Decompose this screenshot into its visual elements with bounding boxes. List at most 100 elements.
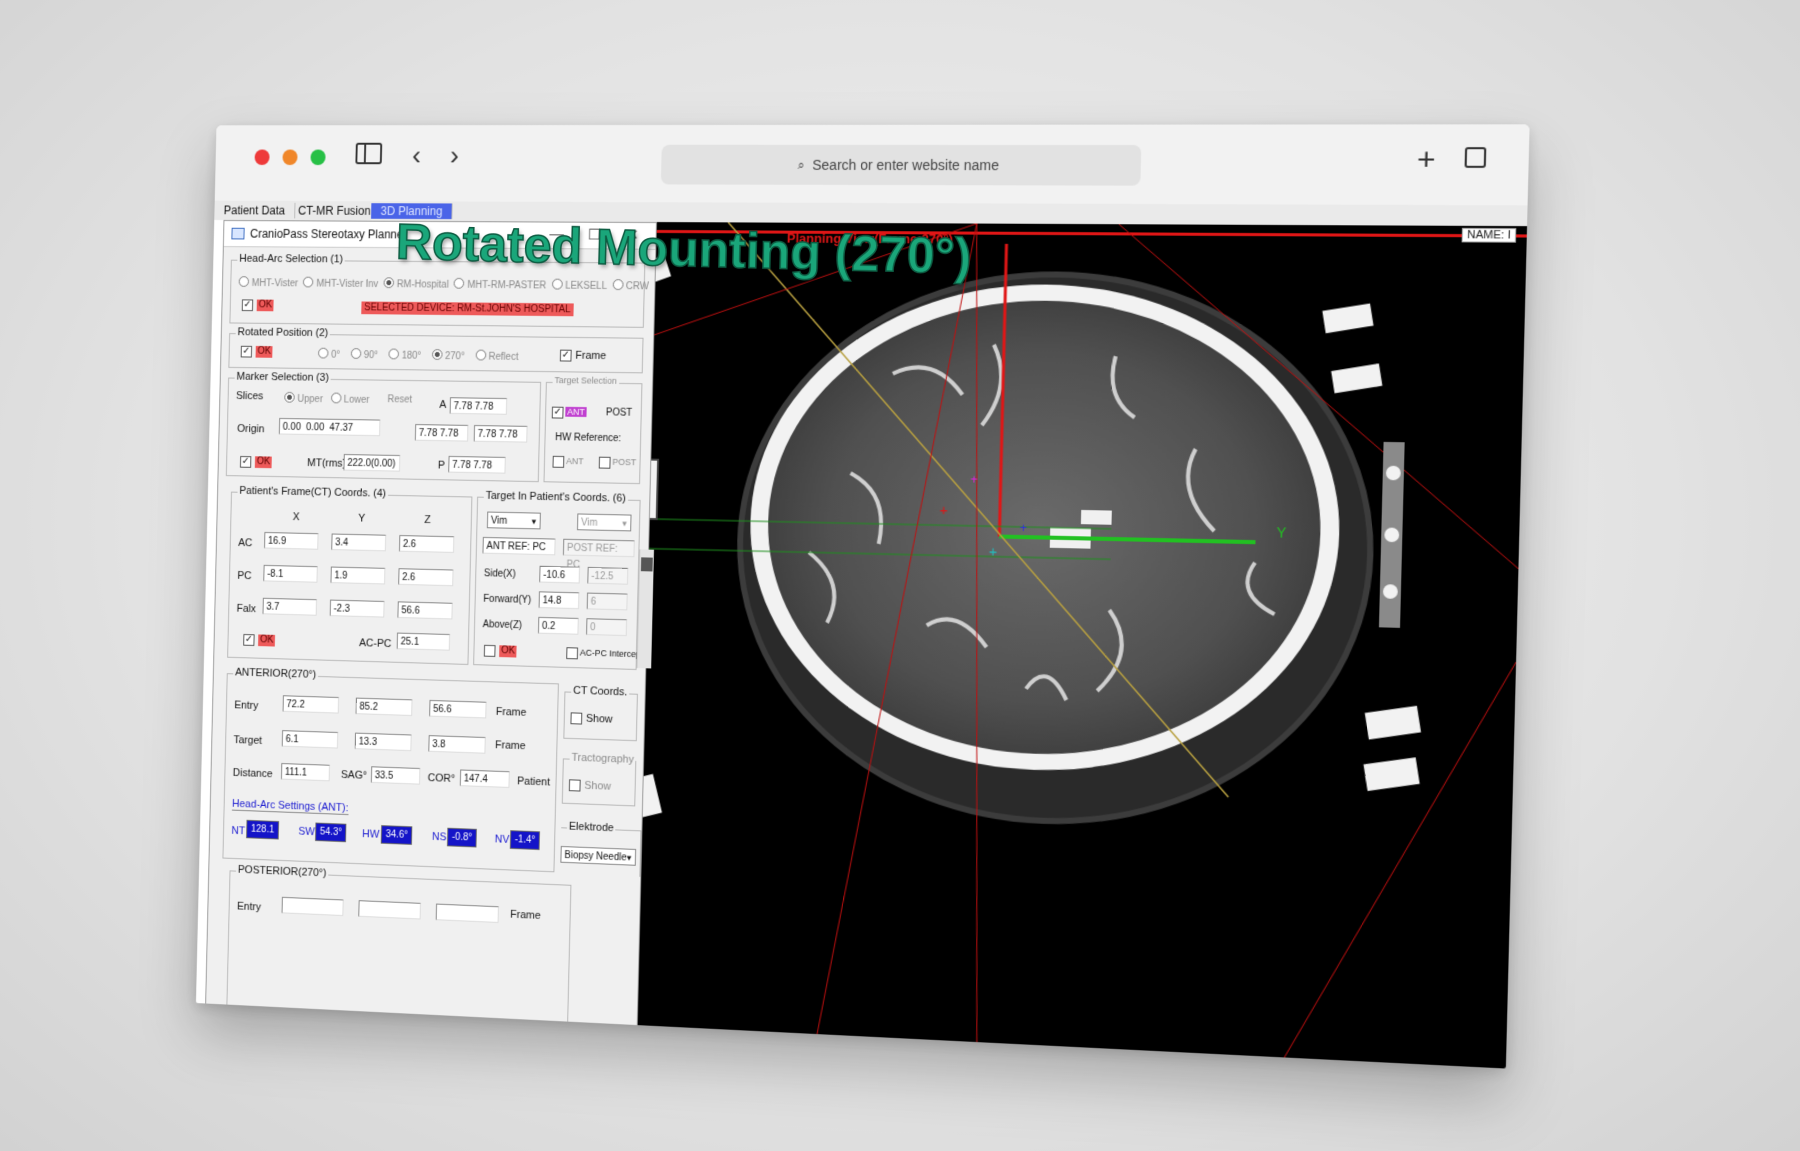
entry-z-field[interactable]: 56.6 bbox=[429, 700, 486, 718]
option-leksell[interactable]: LEKSELL bbox=[552, 281, 608, 292]
sag-label: SAG° bbox=[341, 769, 367, 782]
pc-y-field[interactable]: 1.9 bbox=[330, 567, 385, 585]
stereotaxy-planner-window: CranioPass Stereotaxy Planner — ☐ ✕ Head… bbox=[205, 220, 657, 1027]
option-270-deg[interactable]: 270° bbox=[432, 351, 465, 362]
ant-ref-field[interactable]: ANT REF: PC bbox=[482, 537, 555, 555]
falx-z-field[interactable]: 56.6 bbox=[397, 601, 452, 619]
target-select-2[interactable]: Vim ▼ bbox=[577, 513, 632, 531]
sw-value[interactable]: 54.3° bbox=[315, 823, 347, 843]
target-y-field[interactable]: 13.3 bbox=[355, 733, 412, 752]
new-tab-icon[interactable]: + bbox=[1417, 145, 1436, 176]
ct-scan-image: + + + + Y bbox=[621, 222, 1527, 1069]
elektrode-select[interactable]: Biopsy Needle ▼ bbox=[560, 846, 636, 866]
forward-y-post-field[interactable]: 6 bbox=[587, 593, 628, 611]
forward-icon[interactable]: › bbox=[450, 141, 460, 170]
nv-value[interactable]: -1.4° bbox=[510, 830, 540, 850]
forward-y-field[interactable]: 14.8 bbox=[539, 591, 580, 609]
a-field[interactable]: 7.78 7.78 bbox=[450, 397, 508, 415]
target-x-field[interactable]: 6.1 bbox=[282, 730, 338, 748]
p-label: P bbox=[438, 460, 445, 472]
target-z-field[interactable]: 3.8 bbox=[428, 735, 485, 754]
ct-planning-view[interactable]: Planning View(Frame:270°) + + + + Y bbox=[621, 222, 1527, 1069]
hw-value[interactable]: 34.6° bbox=[381, 825, 413, 845]
mt-rms-field[interactable]: 222.0(0.00) bbox=[343, 454, 400, 472]
entry-frame-label: Frame bbox=[496, 706, 527, 719]
tractography-show-label: Show bbox=[584, 780, 611, 793]
option-lower[interactable]: Lower bbox=[331, 394, 370, 405]
posterior-entry-y-field[interactable] bbox=[358, 900, 421, 919]
falx-y-field[interactable]: -2.3 bbox=[330, 600, 385, 618]
target-select-1[interactable]: Vim ▼ bbox=[487, 512, 541, 530]
option-mht-vister[interactable]: MHT-Vister bbox=[239, 278, 299, 289]
ns-value[interactable]: -0.8° bbox=[447, 828, 477, 848]
pc-x-field[interactable]: -8.1 bbox=[263, 565, 317, 583]
option-mht-rm-paster[interactable]: MHT-RM-PASTER bbox=[454, 280, 547, 292]
ant-checkbox[interactable]: ✓ bbox=[552, 407, 564, 419]
marker-field-2b[interactable]: 7.78 7.78 bbox=[474, 425, 528, 443]
nt-value[interactable]: 128.1 bbox=[246, 820, 279, 840]
address-bar[interactable]: ⌕ Search or enter website name bbox=[661, 145, 1142, 186]
hw-ant-checkbox[interactable] bbox=[553, 456, 565, 468]
side-x-post-field[interactable]: -12.5 bbox=[587, 567, 628, 585]
close-window-dot[interactable] bbox=[254, 150, 269, 166]
p-field[interactable]: 7.78 7.78 bbox=[448, 456, 506, 474]
row-falx-label: Falx bbox=[237, 603, 257, 615]
back-icon[interactable]: ‹ bbox=[412, 141, 422, 170]
entry-x-field[interactable]: 72.2 bbox=[283, 695, 339, 713]
tab-overview-icon[interactable] bbox=[1465, 147, 1487, 168]
origin-field[interactable]: 0.00 0.00 47.37 bbox=[279, 418, 381, 436]
ac-x-field[interactable]: 16.9 bbox=[264, 532, 318, 550]
frame-coords-ok-checkbox[interactable]: ✓ bbox=[243, 634, 254, 646]
posterior-group: POSTERIOR(270°) Entry Frame bbox=[226, 870, 571, 1024]
option-90-deg[interactable]: 90° bbox=[350, 350, 378, 361]
patient-label: Patient bbox=[517, 775, 550, 788]
option-upper[interactable]: Upper bbox=[284, 394, 323, 405]
sag-field[interactable]: 33.5 bbox=[371, 766, 420, 784]
option-crw[interactable]: CRW bbox=[612, 281, 649, 292]
ct-coords-label: CT Coords. bbox=[571, 685, 629, 699]
ac-y-field[interactable]: 3.4 bbox=[331, 534, 386, 552]
marker-ok-checkbox[interactable]: ✓ bbox=[240, 456, 251, 468]
zoom-window-dot[interactable] bbox=[310, 150, 325, 166]
posterior-entry-x-field[interactable] bbox=[282, 897, 344, 916]
head-arc-ok-checkbox[interactable]: ✓ bbox=[242, 299, 253, 311]
tab-ct-mr-fusion[interactable]: CT-MR Fusion bbox=[289, 203, 382, 219]
option-0-deg[interactable]: 0° bbox=[318, 350, 340, 361]
posterior-entry-z-field[interactable] bbox=[436, 904, 499, 923]
acpc-intercept-checkbox[interactable] bbox=[566, 647, 578, 659]
option-reflect[interactable]: Reflect bbox=[475, 352, 518, 363]
hw-post-checkbox[interactable] bbox=[599, 457, 611, 469]
post-ref-field[interactable]: POST REF: PC bbox=[563, 539, 635, 557]
entry-y-field[interactable]: 85.2 bbox=[356, 698, 413, 716]
side-x-field[interactable]: -10.6 bbox=[539, 566, 580, 584]
origin-label: Origin bbox=[237, 423, 265, 435]
above-z-field[interactable]: 0.2 bbox=[538, 617, 579, 635]
cor-field[interactable]: 147.4 bbox=[460, 769, 510, 787]
patient-name-label: NAME: I bbox=[1462, 228, 1517, 243]
option-rm-hospital[interactable]: RM-Hospital bbox=[383, 279, 449, 290]
target-ok-checkbox[interactable] bbox=[484, 645, 496, 657]
distance-label: Distance bbox=[233, 767, 273, 780]
svg-text:+: + bbox=[939, 503, 948, 519]
ct-coords-show-checkbox[interactable] bbox=[570, 712, 582, 724]
target-selection-group: Target Selection ✓ ANT POST HW Reference… bbox=[544, 382, 643, 484]
acpc-field[interactable]: 25.1 bbox=[397, 633, 450, 651]
tractography-show-checkbox[interactable] bbox=[569, 779, 581, 791]
option-mht-vister-inv[interactable]: MHT-Vister Inv bbox=[303, 279, 378, 290]
scrollbar[interactable] bbox=[637, 549, 654, 668]
sidebar-toggle-icon[interactable] bbox=[355, 143, 382, 164]
pc-z-field[interactable]: 2.6 bbox=[398, 568, 453, 586]
minimize-window-dot[interactable] bbox=[282, 150, 297, 166]
search-icon: ⌕ bbox=[798, 157, 805, 172]
falx-x-field[interactable]: 3.7 bbox=[263, 598, 317, 616]
marker-field-2a[interactable]: 7.78 7.78 bbox=[415, 424, 469, 442]
above-z-post-field[interactable]: 0 bbox=[586, 618, 627, 636]
frame-checkbox[interactable]: ✓ bbox=[560, 350, 572, 362]
entry-label: Entry bbox=[234, 699, 258, 711]
reset-button[interactable]: Reset bbox=[387, 394, 412, 405]
distance-field[interactable]: 111.1 bbox=[281, 763, 330, 781]
option-180-deg[interactable]: 180° bbox=[388, 350, 421, 361]
tab-patient-data[interactable]: Patient Data bbox=[214, 203, 295, 219]
rotated-ok-checkbox[interactable]: ✓ bbox=[241, 346, 252, 358]
ac-z-field[interactable]: 2.6 bbox=[399, 535, 454, 553]
